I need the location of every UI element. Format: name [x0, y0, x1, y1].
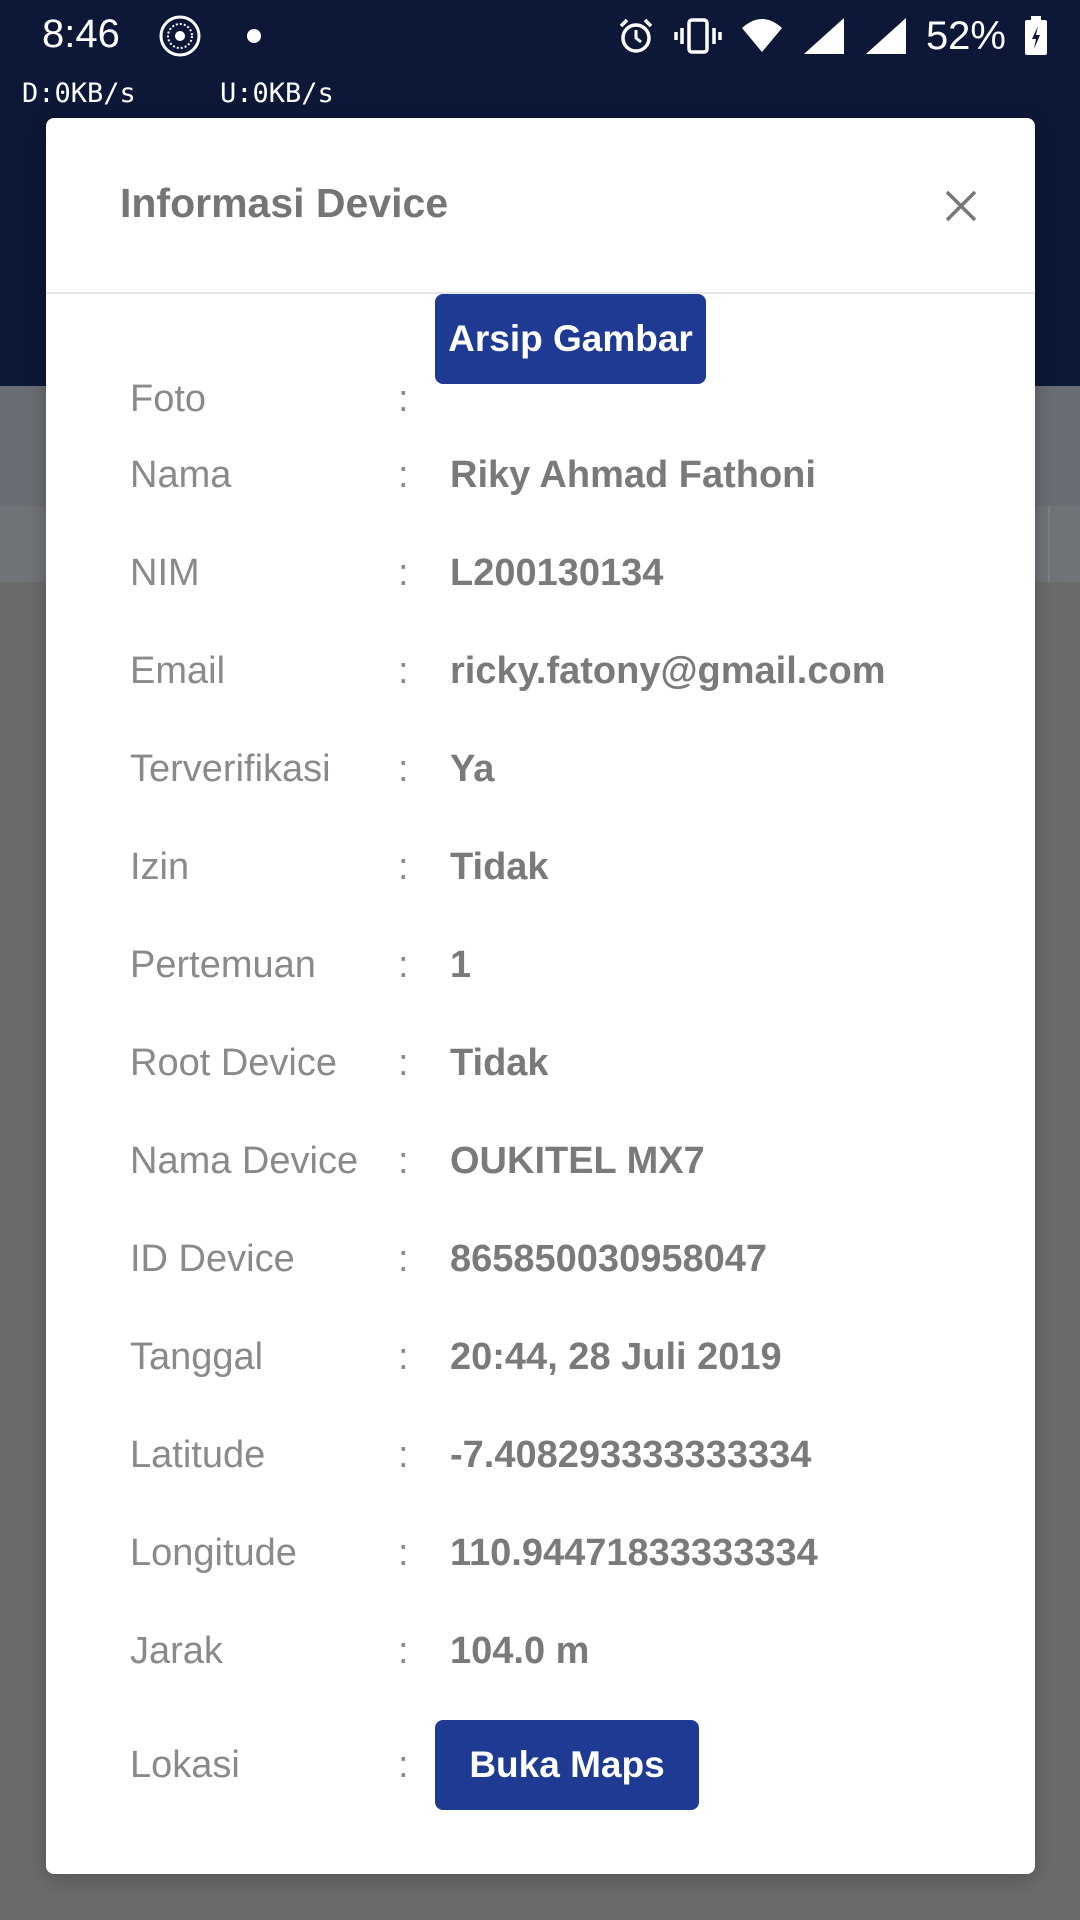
- row-colon: :: [398, 748, 409, 790]
- row-label: Nama Device: [130, 1140, 359, 1182]
- row-tanggal: Tanggal : 20:44, 28 Juli 2019: [46, 1338, 1035, 1418]
- row-label: Tanggal: [130, 1336, 264, 1378]
- row-label: Pertemuan: [130, 944, 316, 986]
- row-label: Longitude: [130, 1532, 297, 1574]
- row-colon: :: [398, 1042, 409, 1084]
- row-lokasi: Lokasi : Buka Maps: [46, 1720, 1035, 1810]
- row-root-device: Root Device : Tidak: [46, 1044, 1035, 1124]
- battery-icon: [1025, 16, 1047, 55]
- row-foto: Foto : Arsip Gambar: [46, 294, 1035, 438]
- wifi-icon: [741, 19, 782, 52]
- row-value: L200130134: [450, 552, 664, 594]
- status-time: 8:46: [42, 12, 120, 56]
- row-value: 104.0 m: [450, 1630, 590, 1672]
- row-label: Nama: [130, 454, 232, 496]
- row-colon: :: [398, 650, 409, 692]
- row-colon: :: [398, 552, 409, 594]
- row-izin: Izin : Tidak: [46, 848, 1035, 928]
- row-jarak: Jarak : 104.0 m: [46, 1632, 1035, 1712]
- row-colon: :: [398, 1532, 409, 1574]
- alarm-icon: [619, 18, 653, 53]
- row-value: Tidak: [450, 1042, 549, 1084]
- row-colon: :: [398, 1238, 409, 1280]
- row-value: 110.94471833333334: [450, 1532, 818, 1574]
- row-id-device: ID Device : 865850030958047: [46, 1240, 1035, 1320]
- row-label: Terverifikasi: [130, 748, 331, 790]
- row-value: 20:44, 28 Juli 2019: [450, 1336, 782, 1378]
- row-email: Email : ricky.fatony@gmail.com: [46, 652, 1035, 732]
- notification-dot: [247, 29, 261, 43]
- row-label: Foto: [130, 378, 207, 420]
- row-nama: Nama : Riky Ahmad Fathoni: [46, 456, 1035, 536]
- row-colon: :: [398, 846, 409, 888]
- row-longitude: Longitude : 110.94471833333334: [46, 1534, 1035, 1614]
- battery-percent: 52%: [925, 13, 1006, 58]
- row-colon: :: [398, 1630, 409, 1672]
- row-label: Izin: [130, 846, 190, 888]
- row-value: 865850030958047: [450, 1238, 768, 1280]
- row-latitude: Latitude : -7.408293333333334: [46, 1436, 1035, 1516]
- row-value: Tidak: [450, 846, 549, 888]
- arsip-gambar-button[interactable]: Arsip Gambar: [435, 294, 706, 384]
- network-speed: D:0KB/s U:0KB/s: [0, 72, 1080, 116]
- row-value: Ya: [450, 748, 495, 790]
- vibrate-icon: [674, 18, 722, 54]
- row-colon: :: [398, 1744, 409, 1786]
- dialog-title: Informasi Device: [120, 180, 449, 226]
- row-label: Jarak: [130, 1630, 223, 1672]
- row-colon: :: [398, 454, 409, 496]
- signal-icon-2: [865, 18, 906, 54]
- device-info-dialog: Informasi Device Foto : Arsip Gambar Nam…: [46, 118, 1035, 1874]
- row-label: Email: [130, 650, 226, 692]
- row-value: ricky.fatony@gmail.com: [450, 650, 886, 692]
- upload-speed: U:0KB/s: [220, 78, 334, 109]
- row-label: NIM: [130, 552, 200, 594]
- row-terverifikasi: Terverifikasi : Ya: [46, 750, 1035, 830]
- close-icon[interactable]: [941, 186, 981, 226]
- dialog-header: Informasi Device: [46, 118, 1035, 294]
- status-bar: 8:46 52%: [0, 0, 1080, 72]
- seal-icon: [159, 15, 201, 57]
- row-colon: :: [398, 1140, 409, 1182]
- row-colon: :: [398, 378, 409, 420]
- row-value: 1: [450, 944, 472, 986]
- row-label: ID Device: [130, 1238, 295, 1280]
- row-value: OUKITEL MX7: [450, 1140, 705, 1182]
- row-pertemuan: Pertemuan : 1: [46, 946, 1035, 1026]
- row-label: Root Device: [130, 1042, 337, 1084]
- row-colon: :: [398, 1336, 409, 1378]
- row-nama-device: Nama Device : OUKITEL MX7: [46, 1142, 1035, 1222]
- row-label: Latitude: [130, 1434, 266, 1476]
- signal-icon: [803, 18, 844, 54]
- row-colon: :: [398, 944, 409, 986]
- row-colon: :: [398, 1434, 409, 1476]
- row-nim: NIM : L200130134: [46, 554, 1035, 634]
- row-label: Lokasi: [130, 1744, 240, 1786]
- row-value: -7.408293333333334: [450, 1434, 812, 1476]
- download-speed: D:0KB/s: [22, 78, 136, 109]
- buka-maps-button[interactable]: Buka Maps: [435, 1720, 699, 1810]
- row-value: Riky Ahmad Fathoni: [450, 454, 816, 496]
